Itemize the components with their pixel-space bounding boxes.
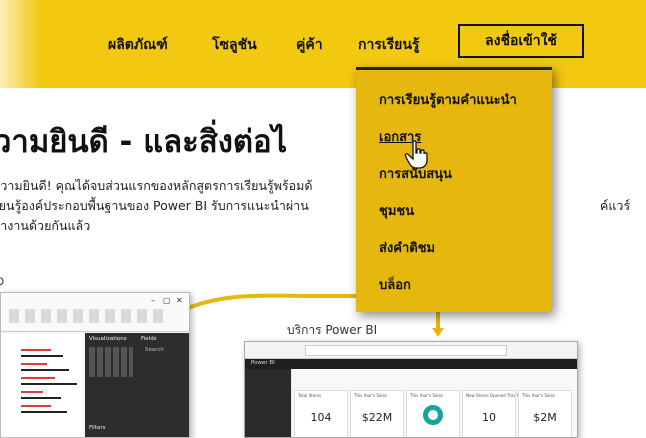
connector-arrowhead (432, 328, 444, 337)
browser-chrome (245, 342, 577, 359)
tile-value: $2M (533, 411, 557, 424)
service-header: Power BI (245, 359, 577, 369)
dashboard-tile[interactable]: This Year's Sales $22M (350, 390, 404, 437)
hand-cursor-icon (404, 140, 428, 169)
tile-title: This Year's Sales (522, 393, 556, 398)
report-canvas (1, 333, 83, 437)
chart-bar (21, 355, 63, 357)
maximize-icon[interactable]: ▢ (163, 296, 171, 305)
tile-title: Total Stores (298, 393, 322, 398)
dashboard-tile[interactable]: This Year's Sales (406, 390, 460, 437)
visualizations-panel: Visualizations Fields Search Filters (85, 333, 189, 437)
close-icon[interactable]: ✕ (176, 296, 183, 305)
chart-bar (21, 397, 61, 399)
address-bar[interactable] (305, 345, 507, 356)
visualizations-title: Visualizations (89, 336, 127, 342)
menu-item-community[interactable]: ชุมชน (379, 200, 414, 221)
tile-title: This Year's Sales (410, 393, 444, 398)
learning-dropdown-menu: การเรียนรู้ตามคำแนะนำ เอกสาร การสนับสนุน… (356, 67, 552, 312)
chart-bar (21, 377, 55, 379)
donut-chart (423, 405, 443, 425)
chart-bar (21, 363, 47, 365)
fields-title: Fields (141, 336, 157, 342)
service-product-name: Power BI (251, 360, 275, 366)
tile-value: $22M (361, 411, 393, 424)
chart-bar (21, 411, 67, 413)
desktop-ribbon: – ▢ ✕ (1, 293, 189, 332)
service-nav-pane (245, 369, 291, 437)
dashboard-tile[interactable]: Total Stores 104 (294, 390, 348, 437)
minimize-icon[interactable]: – (151, 296, 155, 305)
dashboard-tile[interactable]: This Year's Sales $2M (518, 390, 572, 437)
chart-bar (21, 369, 69, 371)
fields-search[interactable]: Search (145, 347, 164, 353)
dropdown-top-border (356, 67, 552, 70)
chart-bar (21, 349, 51, 351)
menu-item-feedback[interactable]: ส่งคำติชม (379, 237, 435, 258)
visual-icons[interactable] (89, 347, 133, 377)
service-dashboard: Total Stores 104 This Year's Sales $22M … (292, 369, 577, 437)
menu-item-guided-learning[interactable]: การเรียนรู้ตามคำแนะนำ (379, 89, 517, 110)
dashboard-tile[interactable]: New Stores Opened This Year 10 (462, 390, 525, 437)
power-bi-desktop-screenshot: – ▢ ✕ Visualizations Fields Search Filte… (0, 292, 190, 438)
power-bi-service-screenshot: Power BI Total Stores 104 This Year's Sa… (244, 341, 578, 438)
tile-title: New Stores Opened This Year (466, 393, 525, 398)
tile-value: 104 (310, 411, 332, 424)
tile-value: 10 (482, 411, 496, 424)
chart-bar (21, 391, 43, 393)
filters-title: Filters (89, 425, 106, 431)
tile-title: This Year's Sales (354, 393, 388, 398)
ribbon-buttons (9, 309, 169, 323)
connector-to-dropdown (187, 293, 356, 310)
chart-bar (21, 383, 77, 385)
menu-item-blog[interactable]: บล็อก (379, 274, 411, 295)
chart-bar (21, 405, 51, 407)
